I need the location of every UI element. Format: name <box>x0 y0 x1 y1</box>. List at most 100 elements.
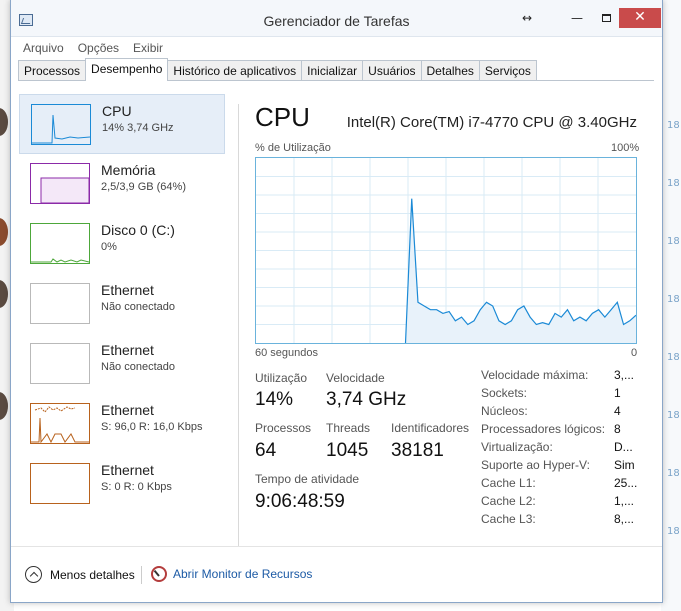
resource-status: S: 0 R: 0 Kbps <box>101 481 172 493</box>
tab-hist-rico-de-aplicativos[interactable]: Histórico de aplicativos <box>167 60 303 80</box>
resource-name: Memória <box>101 162 156 178</box>
footer-bar: Menos detalhes Abrir Monitor de Recursos <box>11 546 662 602</box>
tab-desempenho[interactable]: Desempenho <box>85 58 169 81</box>
spec-key: Suporte ao Hyper-V: <box>481 458 590 472</box>
handles-value: 38181 <box>391 440 444 461</box>
spec-value: 4 <box>614 404 621 418</box>
close-button[interactable]: ✕ <box>619 8 661 28</box>
processes-value: 64 <box>255 440 277 461</box>
graph-y-axis-label: % de Utilização <box>255 142 331 154</box>
resource-name: Ethernet <box>101 402 154 418</box>
open-resource-monitor-label: Abrir Monitor de Recursos <box>173 567 313 581</box>
maximize-icon <box>601 14 611 22</box>
menu-bar: Arquivo Opções Exibir <box>11 37 662 59</box>
resource-item-4[interactable]: Ethernet Não conectado <box>19 334 225 394</box>
resource-item-3[interactable]: Ethernet Não conectado <box>19 274 225 334</box>
title-bar[interactable]: Gerenciador de Tarefas ↔ — ✕ <box>11 0 662 37</box>
tab-detalhes[interactable]: Detalhes <box>420 60 480 80</box>
spec-key: Cache L3: <box>481 512 536 526</box>
resource-thumbnail-graph <box>30 403 90 444</box>
spec-key: Processadores lógicos: <box>481 422 606 436</box>
fewer-details-label: Menos detalhes <box>50 567 135 582</box>
utilization-label: Utilização <box>255 371 308 385</box>
speed-label: Velocidade <box>326 371 385 385</box>
background-avatar <box>0 108 8 136</box>
resource-item-6[interactable]: Ethernet S: 0 R: 0 Kbps <box>19 454 225 514</box>
spec-key: Núcleos: <box>481 404 528 418</box>
resource-name: CPU <box>102 103 132 119</box>
tab-inicializar[interactable]: Inicializar <box>301 60 364 80</box>
resource-status: 14% 3,74 GHz <box>102 122 174 134</box>
background-avatar <box>0 218 8 246</box>
speed-value: 3,74 GHz <box>326 389 407 410</box>
menu-view[interactable]: Exibir <box>133 41 163 55</box>
utilization-value: 14% <box>255 389 294 410</box>
uptime-label: Tempo de atividade <box>255 472 360 486</box>
resource-thumbnail-graph <box>30 463 90 504</box>
resource-thumbnail-graph <box>31 104 91 145</box>
window-title: Gerenciador de Tarefas <box>263 13 410 29</box>
resource-status: Não conectado <box>101 301 175 313</box>
resource-item-2[interactable]: Disco 0 (C:) 0% <box>19 214 225 274</box>
resource-status: Não conectado <box>101 361 175 373</box>
handles-label: Identificadores <box>391 421 470 435</box>
resource-item-5[interactable]: Ethernet S: 96,0 R: 16,0 Kbps <box>19 394 225 454</box>
spec-value: D... <box>614 440 633 454</box>
spec-value: 8 <box>614 422 621 436</box>
background-avatar <box>0 392 8 420</box>
graph-x-left-label: 60 segundos <box>255 347 318 359</box>
resource-thumbnail-graph <box>30 283 90 324</box>
background-number: 18 <box>667 294 680 305</box>
resource-thumbnail-graph <box>30 343 90 384</box>
background-number: 18 <box>667 468 680 479</box>
minimize-button[interactable]: — <box>566 8 588 28</box>
background-number: 18 <box>667 410 680 421</box>
spec-key: Cache L1: <box>481 476 536 490</box>
tab-servi-os[interactable]: Serviços <box>478 60 537 80</box>
spec-value: 3,... <box>614 368 635 382</box>
page-title: CPU <box>255 102 310 132</box>
processes-label: Processos <box>255 421 312 435</box>
panel-divider[interactable] <box>238 104 239 548</box>
resource-list: CPU 14% 3,74 GHz Memória 2,5/3,9 GB (64%) Di… <box>19 94 225 514</box>
tab-bar: Processos Desempenho Histórico de aplicati… <box>18 58 654 81</box>
background-number: 18 <box>667 352 680 363</box>
spec-value: 8,... <box>614 512 635 526</box>
resource-name: Disco 0 (C:) <box>101 222 175 238</box>
resource-monitor-icon <box>151 566 167 582</box>
graph-y-max-label: 100% <box>611 142 640 154</box>
threads-value: 1045 <box>326 440 369 461</box>
threads-label: Threads <box>326 421 371 435</box>
resource-item-0[interactable]: CPU 14% 3,74 GHz <box>19 94 225 154</box>
resource-name: Ethernet <box>101 282 154 298</box>
background-avatar <box>0 280 8 308</box>
fewer-details-button[interactable]: Menos detalhes <box>25 566 135 583</box>
resource-thumbnail-graph <box>30 163 90 204</box>
background-number: 18 <box>667 178 680 189</box>
tab-processos[interactable]: Processos <box>18 60 87 80</box>
tab-usu-rios[interactable]: Usuários <box>362 60 422 80</box>
spec-key: Virtualização: <box>481 440 553 454</box>
spec-key: Velocidade máxima: <box>481 368 589 382</box>
background-number: 18 <box>667 120 680 131</box>
spec-value: 1,... <box>614 494 635 508</box>
cpu-utilization-chart <box>256 158 636 343</box>
desktop-background-right: 18 18 18 18 18 18 18 18 <box>661 0 681 611</box>
uptime-value: 9:06:48:59 <box>255 491 345 512</box>
spec-key: Cache L2: <box>481 494 536 508</box>
footer-separator <box>141 566 142 584</box>
spec-value: 25... <box>614 476 638 490</box>
menu-options[interactable]: Opções <box>78 41 119 55</box>
chevron-up-circle-icon <box>25 566 42 583</box>
menu-file[interactable]: Arquivo <box>23 41 64 55</box>
resize-arrows-icon[interactable]: ↔ <box>519 8 535 28</box>
open-resource-monitor-link[interactable]: Abrir Monitor de Recursos <box>151 566 312 582</box>
maximize-button[interactable] <box>595 8 617 28</box>
cpu-utilization-graph <box>255 157 637 344</box>
cpu-model-name: Intel(R) Core(TM) i7-4770 CPU @ 3.40GHz <box>346 114 637 131</box>
resource-status: S: 96,0 R: 16,0 Kbps <box>101 421 203 433</box>
resource-item-1[interactable]: Memória 2,5/3,9 GB (64%) <box>19 154 225 214</box>
resource-name: Ethernet <box>101 342 154 358</box>
graph-x-right-label: 0 <box>631 347 638 359</box>
cpu-utilization-area <box>405 198 636 343</box>
